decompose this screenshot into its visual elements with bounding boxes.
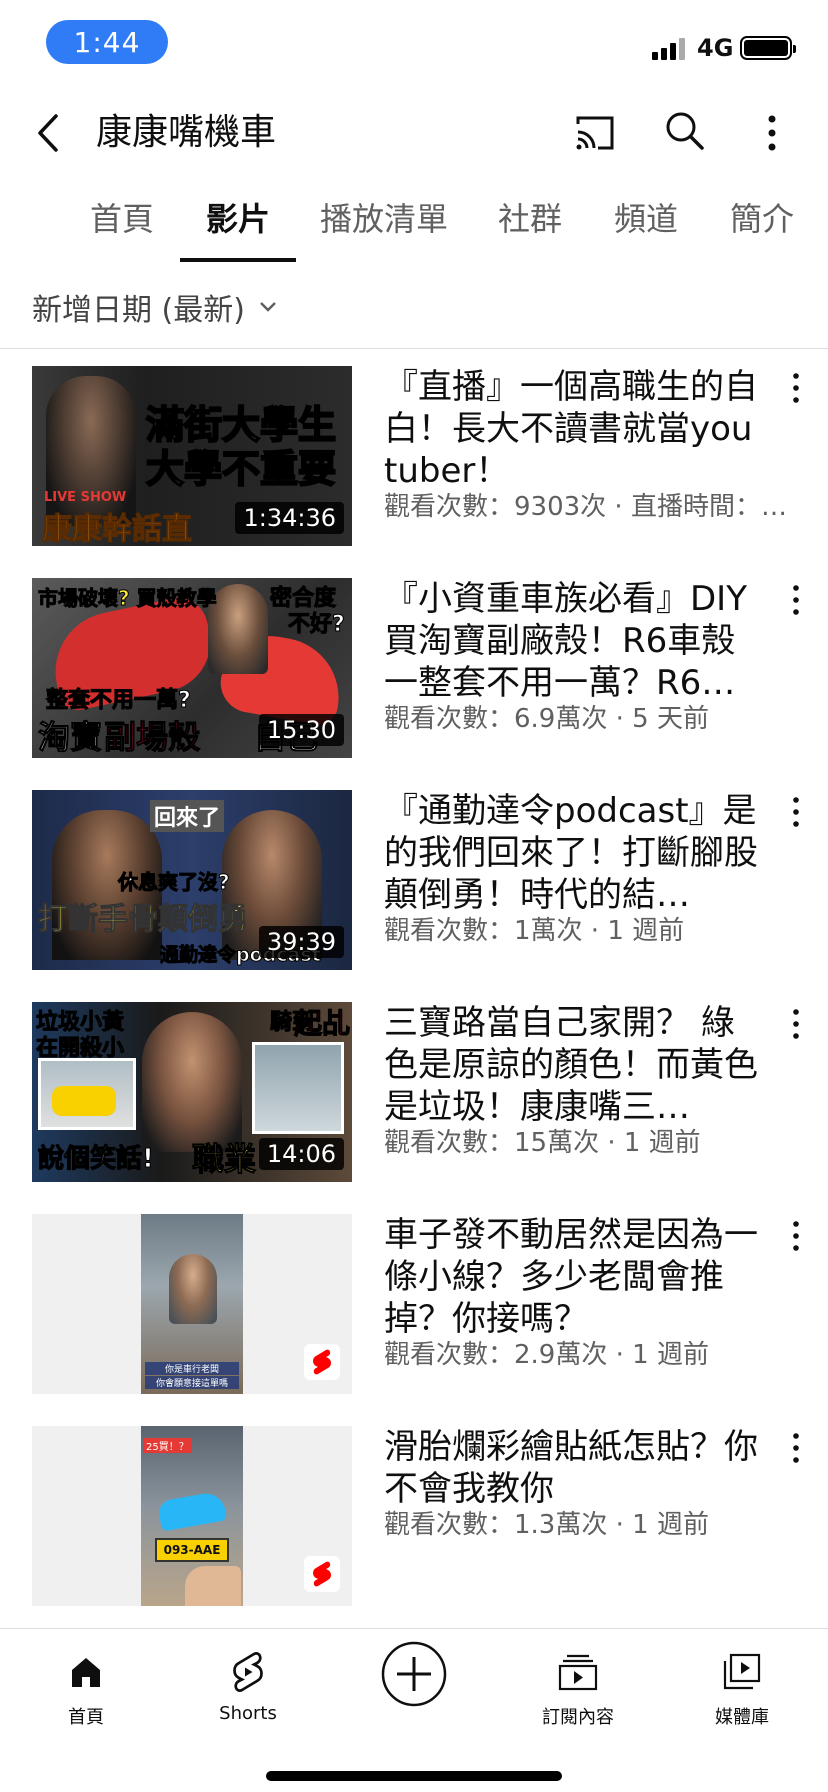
thumbnail-caption: 不好? bbox=[288, 612, 346, 638]
video-duration: 15:30 bbox=[258, 714, 344, 746]
thumbnail-caption: 淘寶 bbox=[37, 718, 103, 757]
video-options-icon[interactable] bbox=[786, 1218, 806, 1254]
app-header: 康康嘴機車 bbox=[0, 88, 828, 178]
library-icon bbox=[723, 1653, 761, 1690]
video-options-icon[interactable] bbox=[786, 582, 806, 618]
video-item[interactable]: 你是車行老闆 你會願意接這單嗎 車子發不動居然是因為一條小線？多少老闆會推掉？你… bbox=[0, 1214, 828, 1394]
battery-icon bbox=[740, 36, 796, 60]
short-caption: 你是車行老闆 bbox=[145, 1362, 239, 1375]
short-caption: 25買！？ bbox=[143, 1438, 192, 1453]
thumbnail-caption: 大學不重要 bbox=[145, 446, 337, 492]
video-meta: 觀看次數：15萬次 · 1 週前 bbox=[384, 1128, 701, 1158]
nav-library[interactable]: 媒體庫 bbox=[672, 1643, 812, 1729]
video-thumbnail[interactable]: 你是車行老闆 你會願意接這單嗎 bbox=[32, 1214, 352, 1394]
search-icon[interactable] bbox=[662, 108, 708, 154]
nav-library-label: 媒體庫 bbox=[715, 1707, 769, 1728]
video-thumbnail[interactable]: 回來了 休息爽了沒? 打斷手骨顛倒勇 通勤達令podcast 39:39 bbox=[32, 790, 352, 970]
video-title[interactable]: 『通勤達令podcast』是的我們回來了！打斷腳股顛倒勇！時代的結… bbox=[384, 790, 764, 916]
signal-icon bbox=[652, 38, 685, 60]
chevron-down-icon bbox=[260, 302, 276, 312]
thumbnail-caption: 市場破壞? 買殼教學 bbox=[38, 586, 218, 611]
video-thumbnail[interactable]: 垃圾小黃 在開殺小 騎到 起乩 說個笑話! 職業 14:06 bbox=[32, 1002, 352, 1182]
shorts-badge bbox=[304, 1344, 340, 1380]
video-options-icon[interactable] bbox=[786, 370, 806, 406]
short-frame: 你是車行老闆 你會願意接這單嗎 bbox=[141, 1214, 243, 1394]
status-bar: 1:44 4G bbox=[0, 0, 828, 88]
sort-label: 新增日期 (最新) bbox=[32, 293, 245, 328]
subscriptions-icon bbox=[558, 1654, 598, 1691]
video-title[interactable]: 三寶路當自己家開？ 綠色是原諒的顏色！而黃色是垃圾！康康嘴三… bbox=[384, 1002, 764, 1128]
video-item[interactable]: 回來了 休息爽了沒? 打斷手骨顛倒勇 通勤達令podcast 39:39 『通勤… bbox=[0, 790, 828, 970]
tab-community[interactable]: 社群 bbox=[498, 198, 562, 240]
thumbnail-tag: LIVE SHOW bbox=[44, 490, 127, 505]
video-title[interactable]: 『直播』一個高職生的自白！長大不讀書就當youtuber！ bbox=[384, 366, 764, 492]
video-title[interactable]: 『小資重車族必看』DIY買淘寶副廠殼！R6車殼一整套不用一萬？R6… bbox=[384, 578, 764, 704]
back-arrow-icon[interactable] bbox=[32, 108, 72, 158]
thumbnail-caption: 說個笑話! bbox=[38, 1144, 155, 1175]
shorts-icon bbox=[233, 1652, 263, 1692]
video-title[interactable]: 車子發不動居然是因為一條小線？多少老闆會推掉？你接嗎？ bbox=[384, 1214, 764, 1340]
thumbnail-caption: 在開殺小 bbox=[35, 1036, 125, 1062]
thumbnail-caption: 起乩 bbox=[293, 1007, 351, 1041]
home-icon bbox=[72, 1658, 100, 1687]
network-type: 4G bbox=[697, 34, 734, 62]
video-item[interactable]: 滿街大學生 大學不重要 LIVE SHOW 康康幹話直 1:34:36 『直播』… bbox=[0, 366, 828, 546]
nav-home[interactable]: 首頁 bbox=[16, 1643, 156, 1729]
more-vert-icon[interactable] bbox=[760, 110, 784, 156]
nav-subscriptions-label: 訂閱內容 bbox=[542, 1707, 614, 1728]
video-duration: 14:06 bbox=[258, 1138, 344, 1170]
short-caption: 你會願意接這單嗎 bbox=[145, 1376, 239, 1389]
sort-dropdown[interactable]: 新增日期 (最新) bbox=[32, 282, 279, 332]
thumbnail-caption: 康康幹話直 bbox=[42, 512, 193, 547]
status-time[interactable]: 1:44 bbox=[46, 20, 168, 64]
video-thumbnail[interactable]: 25買！？ 093-AAE bbox=[32, 1426, 352, 1606]
short-frame: 25買！？ 093-AAE bbox=[141, 1426, 243, 1606]
video-meta: 觀看次數：1萬次 · 1 週前 bbox=[384, 916, 685, 946]
bottom-nav: 首頁 Shorts 訂閱內容 媒體庫 bbox=[0, 1628, 828, 1792]
thumbnail-caption: 整套不用一萬? bbox=[46, 688, 192, 714]
video-thumbnail[interactable]: 市場破壞? 買殼教學 密合度 不好? 整套不用一萬? 淘寶 副場殼 自己買! 1… bbox=[32, 578, 352, 758]
tab-home[interactable]: 首頁 bbox=[90, 198, 154, 240]
video-options-icon[interactable] bbox=[786, 1006, 806, 1042]
video-item[interactable]: 25買！？ 093-AAE 滑胎爛彩繪貼紙怎貼？你不會我教你 觀看次數：1.3萬… bbox=[0, 1426, 828, 1606]
video-options-icon[interactable] bbox=[786, 794, 806, 830]
home-indicator[interactable] bbox=[266, 1771, 562, 1781]
thumbnail-caption: 打斷手骨顛倒勇 bbox=[38, 902, 249, 938]
video-options-icon[interactable] bbox=[786, 1430, 806, 1466]
tab-channels[interactable]: 頻道 bbox=[614, 198, 678, 240]
video-item[interactable]: 市場破壞? 買殼教學 密合度 不好? 整套不用一萬? 淘寶 副場殼 自己買! 1… bbox=[0, 578, 828, 758]
shorts-logo-icon bbox=[313, 1561, 331, 1587]
video-meta: 觀看次數：2.9萬次 · 1 週前 bbox=[384, 1340, 709, 1370]
thumbnail-caption: 職業 bbox=[191, 1140, 257, 1179]
video-meta: 觀看次數：6.9萬次 · 5 天前 bbox=[384, 704, 709, 734]
tab-about[interactable]: 簡介 bbox=[730, 198, 794, 240]
divider bbox=[0, 348, 828, 349]
shorts-badge bbox=[304, 1556, 340, 1592]
video-thumbnail[interactable]: 滿街大學生 大學不重要 LIVE SHOW 康康幹話直 1:34:36 bbox=[32, 366, 352, 546]
channel-tabs: 首頁 影片 播放清單 社群 頻道 簡介 bbox=[0, 178, 828, 264]
tab-videos[interactable]: 影片 bbox=[206, 198, 270, 240]
thumbnail-caption: 休息爽了沒? bbox=[118, 870, 231, 895]
video-meta: 觀看次數：1.3萬次 · 1 週前 bbox=[384, 1510, 709, 1540]
nav-shorts[interactable]: Shorts bbox=[178, 1643, 318, 1724]
cast-icon[interactable] bbox=[572, 110, 618, 156]
video-duration: 1:34:36 bbox=[235, 502, 344, 534]
thumbnail-caption: 回來了 bbox=[150, 800, 225, 832]
channel-title: 康康嘴機車 bbox=[96, 112, 277, 153]
video-item[interactable]: 垃圾小黃 在開殺小 騎到 起乩 說個笑話! 職業 14:06 三寶路當自己家開？… bbox=[0, 1002, 828, 1182]
thumbnail-caption: 副場殼 bbox=[103, 718, 201, 757]
video-meta: 觀看次數：9303次 · 直播時間：… bbox=[384, 492, 787, 522]
shorts-logo-icon bbox=[313, 1349, 331, 1375]
nav-subscriptions[interactable]: 訂閱內容 bbox=[508, 1643, 648, 1729]
create-icon[interactable] bbox=[381, 1641, 447, 1707]
license-plate: 093-AAE bbox=[155, 1538, 229, 1562]
nav-shorts-label: Shorts bbox=[219, 1703, 277, 1724]
nav-home-label: 首頁 bbox=[68, 1707, 104, 1728]
video-duration: 39:39 bbox=[258, 926, 344, 958]
video-title[interactable]: 滑胎爛彩繪貼紙怎貼？你不會我教你 bbox=[384, 1426, 764, 1510]
active-tab-indicator bbox=[180, 258, 296, 262]
tab-playlists[interactable]: 播放清單 bbox=[320, 198, 448, 240]
